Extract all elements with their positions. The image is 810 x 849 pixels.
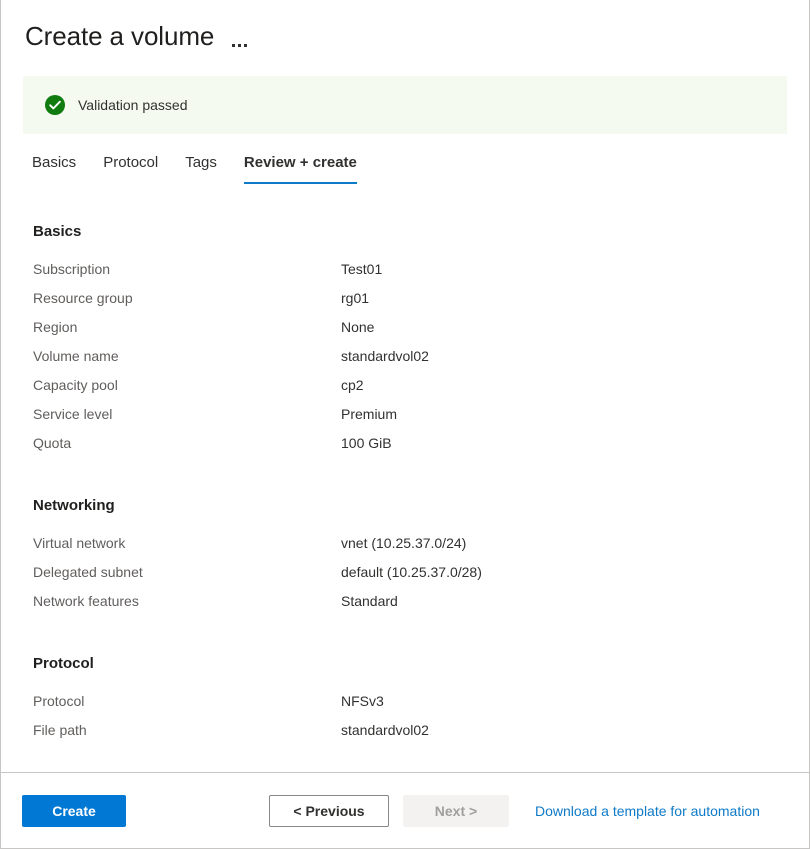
download-template-link[interactable]: Download a template for automation [535, 801, 760, 821]
more-options-icon[interactable] [232, 17, 247, 56]
table-row: Capacity pool cp2 [33, 375, 785, 404]
row-label: File path [33, 720, 341, 740]
row-label: Network features [33, 591, 341, 611]
row-value: Test01 [341, 259, 382, 279]
table-row: File path standardvol02 [33, 720, 785, 749]
row-label: Quota [33, 433, 341, 453]
row-value: vnet (10.25.37.0/24) [341, 533, 466, 553]
next-button: Next > [403, 795, 509, 827]
row-label: Virtual network [33, 533, 341, 553]
section-networking: Networking Virtual network vnet (10.25.3… [33, 496, 785, 620]
row-value: NFSv3 [341, 691, 384, 711]
validation-banner: Validation passed [23, 76, 787, 134]
row-label: Service level [33, 404, 341, 424]
table-row: Delegated subnet default (10.25.37.0/28) [33, 562, 785, 591]
row-value: standardvol02 [341, 720, 429, 740]
row-label: Resource group [33, 288, 341, 308]
previous-button[interactable]: < Previous [269, 795, 389, 827]
ellipsis-dot [238, 44, 241, 47]
row-label: Subscription [33, 259, 341, 279]
row-value: default (10.25.37.0/28) [341, 562, 482, 582]
table-row: Subscription Test01 [33, 259, 785, 288]
row-value: standardvol02 [341, 346, 429, 366]
create-volume-blade: Create a volume Validation passed Basics… [0, 0, 810, 849]
table-row: Quota 100 GiB [33, 433, 785, 462]
tab-review-create[interactable]: Review + create [244, 153, 357, 184]
table-row: Region None [33, 317, 785, 346]
table-row: Virtual network vnet (10.25.37.0/24) [33, 533, 785, 562]
row-value: 100 GiB [341, 433, 392, 453]
row-label: Delegated subnet [33, 562, 341, 582]
page-title: Create a volume [25, 20, 214, 52]
row-label: Protocol [33, 691, 341, 711]
wizard-tabs: Basics Protocol Tags Review + create [32, 148, 809, 184]
row-value: Premium [341, 404, 397, 424]
section-basics: Basics Subscription Test01 Resource grou… [33, 222, 785, 462]
section-title: Basics [33, 222, 785, 242]
row-value: rg01 [341, 288, 369, 308]
ellipsis-dot [232, 44, 235, 47]
tab-tags[interactable]: Tags [185, 153, 217, 184]
table-row: Resource group rg01 [33, 288, 785, 317]
ellipsis-dot [244, 44, 247, 47]
review-content: Basics Subscription Test01 Resource grou… [1, 222, 809, 749]
validation-message: Validation passed [78, 95, 187, 115]
row-label: Volume name [33, 346, 341, 366]
tab-protocol[interactable]: Protocol [103, 153, 158, 184]
tab-basics[interactable]: Basics [32, 153, 76, 184]
row-value: cp2 [341, 375, 364, 395]
create-button[interactable]: Create [22, 795, 126, 827]
row-label: Region [33, 317, 341, 337]
section-title: Networking [33, 496, 785, 516]
table-row: Service level Premium [33, 404, 785, 433]
section-protocol: Protocol Protocol NFSv3 File path standa… [33, 654, 785, 749]
row-value: None [341, 317, 374, 337]
table-row: Protocol NFSv3 [33, 691, 785, 720]
table-row: Network features Standard [33, 591, 785, 620]
row-value: Standard [341, 591, 398, 611]
row-label: Capacity pool [33, 375, 341, 395]
check-circle-icon [45, 95, 65, 115]
table-row: Volume name standardvol02 [33, 346, 785, 375]
blade-header: Create a volume [1, 0, 809, 58]
blade-footer: Create < Previous Next > Download a temp… [1, 772, 809, 848]
section-title: Protocol [33, 654, 785, 674]
